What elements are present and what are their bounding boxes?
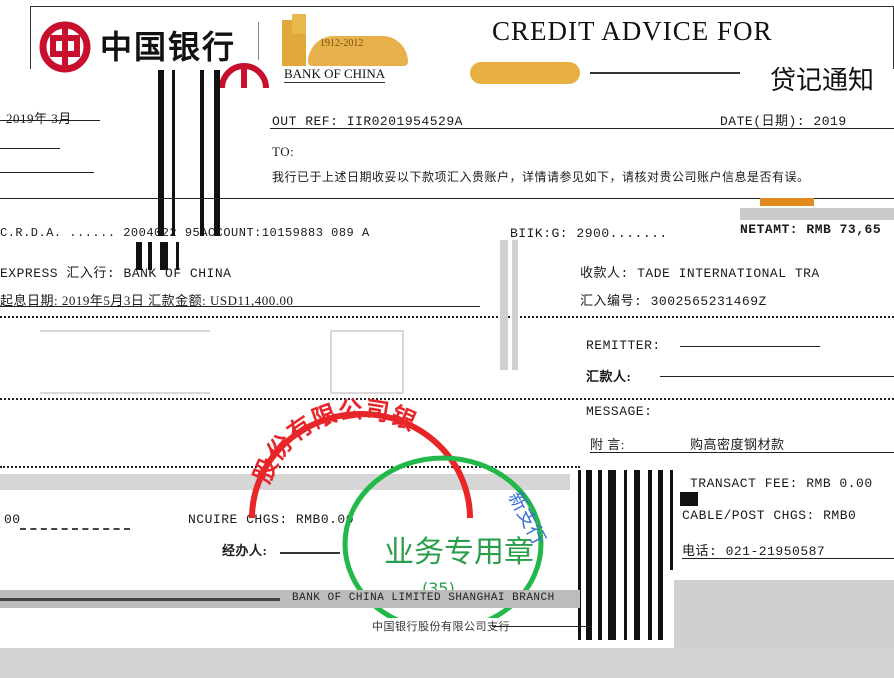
rule: [0, 172, 94, 173]
rule: [0, 120, 100, 121]
left-date: 2019年 3月: [6, 111, 72, 126]
message-cn-label: 附 言:: [590, 437, 625, 452]
rule: [0, 306, 480, 307]
scan-artifact: [214, 70, 220, 236]
centennial-logo: 1912-2012: [282, 14, 412, 66]
rule: [270, 128, 894, 129]
scan-artifact: [158, 70, 164, 236]
transact-fee: TRANSACT FEE: RMB 0.00: [690, 476, 873, 491]
scan-artifact: [624, 470, 627, 640]
bottom-gray-strip: [0, 648, 894, 678]
notice-text: 我行已于上述日期收妥以下款项汇入贵账户，详情请参见如下，请核对贵公司账户信息是否…: [272, 170, 810, 184]
to-label: TO:: [272, 144, 295, 159]
rule: [492, 626, 592, 627]
rule: [0, 598, 280, 601]
scan-artifact: [608, 470, 616, 640]
rule: [280, 552, 340, 554]
scan-artifact: [680, 492, 698, 506]
remitter-cn: 汇款人:: [586, 369, 632, 384]
bank-of-china-logo-icon: [39, 21, 91, 73]
rule: [660, 376, 894, 377]
header-rule: [590, 72, 740, 74]
bank-name-en: BANK OF CHINA: [284, 66, 386, 83]
message-label: MESSAGE:: [586, 404, 653, 419]
orange-bar: [760, 198, 814, 206]
message-text: 购高密度钢材款: [690, 437, 785, 452]
watermark-shape: [330, 330, 404, 394]
branch-name-cn: 中国银行股份有限公司支行: [372, 621, 510, 633]
document-title-en: CREDIT ADVICE FOR: [492, 16, 773, 46]
phone: 电话: 021-21950587: [682, 544, 826, 559]
scan-artifact: [670, 470, 673, 570]
bank-name-cn: 中国银行: [100, 29, 237, 65]
rule: [20, 528, 130, 530]
our-ref: OUT REF: IIR0201954529A: [272, 114, 463, 129]
scan-artifact: [512, 240, 518, 370]
scan-artifact: [578, 470, 581, 640]
gray-bar: [740, 208, 894, 220]
right-gray-block: [674, 580, 894, 648]
scan-artifact: [172, 70, 175, 236]
net-amount: NETAMT: RMB 73,65: [740, 222, 882, 237]
advice-date: DATE(日期): 2019: [720, 114, 847, 129]
remitter-label: REMITTER:: [586, 338, 661, 353]
amount-row1-mid: BIIK:G: 2900.......: [510, 226, 668, 241]
rule: [0, 148, 60, 149]
rule: [590, 452, 894, 453]
scan-artifact: [648, 470, 652, 640]
handler-label: 经办人:: [222, 543, 268, 558]
rule: [682, 558, 894, 559]
rule: [680, 346, 820, 347]
years-label: 1912-2012: [320, 38, 364, 49]
watermark-shape: [40, 330, 210, 394]
seal-center-text: 业务专用章: [384, 535, 534, 570]
scan-artifact: [634, 470, 640, 640]
scan-artifact: [658, 470, 663, 640]
scan-artifact: [586, 470, 592, 640]
amount-row1-left: C.R.D.A. ...... 2004022 95ACCOUNT:101598…: [0, 226, 370, 240]
branch-name-en: BANK OF CHINA LIMITED SHANGHAI BRANCH: [292, 592, 555, 604]
cable-post-charges: CABLE/POST CHGS: RMB0: [682, 508, 857, 523]
scan-artifact: [200, 70, 204, 236]
bank-of-china-logo-faint-icon: [219, 63, 269, 88]
receiver: 收款人: TADE INTERNATIONAL TRA: [580, 266, 820, 281]
header-divider: [258, 22, 259, 60]
dotted-rule: [0, 316, 894, 318]
document-title-cn: 贷记通知: [770, 66, 875, 95]
scan-artifact: [500, 240, 508, 370]
fee-left: 00: [4, 512, 21, 527]
remitter-bank: EXPRESS 汇入行: BANK OF CHINA: [0, 266, 232, 281]
gold-band: [470, 62, 580, 84]
scan-artifact: [598, 470, 602, 640]
remit-number: 汇入编号: 3002565231469Z: [580, 294, 767, 309]
